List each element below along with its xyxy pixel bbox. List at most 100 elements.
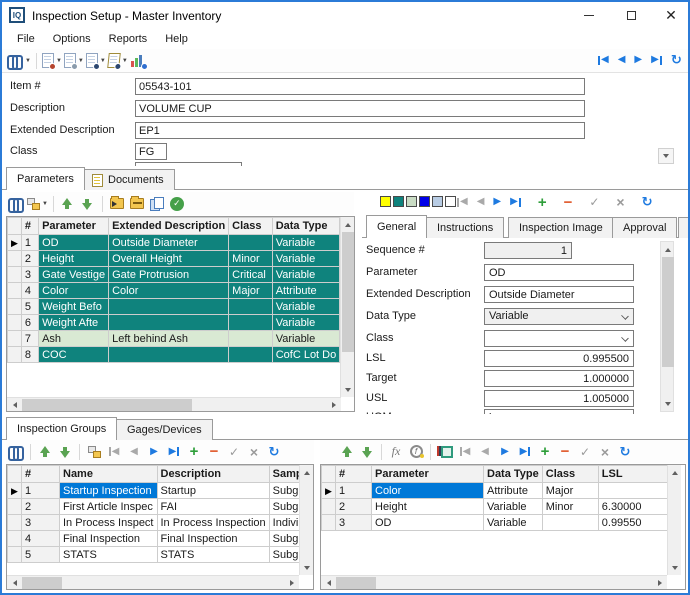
column-header[interactable]: Class — [542, 466, 598, 483]
cancel-edit-button[interactable]: × — [616, 194, 624, 210]
grid-cell[interactable]: COC — [39, 347, 109, 363]
tab-instructions[interactable]: Instructions — [426, 217, 504, 238]
lsl-field[interactable] — [484, 350, 634, 367]
row-selector[interactable] — [8, 547, 22, 563]
grid-cell[interactable]: 2 — [336, 499, 372, 515]
usl-field[interactable] — [484, 390, 634, 407]
column-header[interactable]: Name — [60, 466, 158, 483]
menu-reports[interactable]: Reports — [100, 31, 157, 47]
params-first-button[interactable]: ◀ — [456, 442, 474, 462]
tab-realtime[interactable]: RealTi — [678, 217, 688, 238]
grid-cell[interactable]: Variable — [272, 299, 340, 315]
row-selector[interactable] — [8, 515, 22, 531]
grid-cell[interactable]: Color — [109, 283, 229, 299]
grid-cell[interactable]: 1 — [22, 483, 60, 499]
params-cancel-button[interactable]: × — [596, 442, 614, 462]
scroll-down-button[interactable] — [341, 383, 355, 397]
grid-cell[interactable]: Attribute — [484, 483, 543, 499]
grid-cell[interactable]: Startup — [157, 483, 269, 499]
search-groups-button[interactable] — [7, 442, 25, 462]
column-header[interactable]: Class — [229, 218, 273, 235]
grid-cell[interactable] — [229, 235, 273, 251]
detail-refresh-button[interactable]: ↻ — [642, 194, 653, 210]
minimize-button[interactable] — [572, 4, 606, 26]
column-header[interactable]: Extended Description — [109, 218, 229, 235]
row-selector[interactable]: ▶ — [8, 483, 22, 499]
groups-add-button[interactable]: + — [185, 442, 203, 462]
grid-cell[interactable]: Attribute — [272, 283, 340, 299]
scroll-left-button[interactable] — [7, 398, 21, 412]
grid-cell[interactable]: In Process Inspection — [157, 515, 269, 531]
grid-cell[interactable]: Overall Height — [109, 251, 229, 267]
column-header[interactable]: Data Type — [272, 218, 340, 235]
column-header[interactable]: Parameter — [39, 218, 109, 235]
grid-cell[interactable] — [229, 331, 273, 347]
grid-cell[interactable] — [229, 299, 273, 315]
grid-cell[interactable]: Color — [372, 483, 484, 499]
grid-cell[interactable]: Critical — [229, 267, 273, 283]
grid-cell[interactable]: Variable — [484, 515, 543, 531]
target-field[interactable] — [484, 370, 634, 387]
column-header[interactable]: LSL — [598, 466, 668, 483]
param-move-up-button[interactable] — [338, 442, 356, 462]
grid-cell[interactable]: 1 — [21, 235, 38, 251]
groups-delete-button[interactable]: − — [205, 442, 223, 462]
grid-cell[interactable]: Gate Vestige — [39, 267, 109, 283]
scroll-right-button[interactable] — [653, 576, 667, 590]
grid-cell[interactable]: Height — [372, 499, 484, 515]
vertical-scrollbar[interactable] — [299, 465, 313, 575]
column-header[interactable]: Parameter — [372, 466, 484, 483]
row-selector[interactable] — [8, 331, 22, 347]
delete-record-button[interactable]: − — [564, 195, 573, 210]
vertical-scrollbar[interactable] — [667, 465, 681, 575]
groups-last-button[interactable]: ▶ — [165, 442, 183, 462]
refresh-button[interactable]: ↻ — [671, 52, 682, 68]
detail-prev-button[interactable]: ◀ — [477, 197, 485, 207]
dropdown-caret-icon[interactable]: ▼ — [122, 58, 128, 64]
grid-cell[interactable]: First Article Inspec — [60, 499, 158, 515]
groups-post-button[interactable]: ✓ — [225, 442, 243, 462]
grid-cell[interactable]: 3 — [21, 267, 38, 283]
grid-cell[interactable]: 7 — [21, 331, 38, 347]
grid-cell[interactable]: Startup Inspection — [60, 483, 158, 499]
tab-parameters[interactable]: Parameters — [6, 167, 85, 190]
detail-next-button[interactable]: ▶ — [493, 197, 501, 207]
grid-cell[interactable] — [109, 315, 229, 331]
parameter-field[interactable] — [484, 264, 634, 281]
report-document-button[interactable]: ▼ — [42, 51, 62, 71]
horizontal-scrollbar[interactable] — [321, 575, 667, 589]
row-selector[interactable] — [8, 347, 22, 363]
params-delete-button[interactable]: − — [556, 442, 574, 462]
menu-file[interactable]: File — [8, 31, 44, 47]
description-field[interactable] — [135, 100, 585, 117]
menu-options[interactable]: Options — [44, 31, 100, 47]
close-button[interactable]: ✕ — [654, 4, 688, 26]
grid-cell[interactable]: CofC Lot Do — [272, 347, 340, 363]
detail-vertical-scrollbar[interactable] — [660, 241, 674, 412]
scroll-down-button[interactable] — [661, 397, 675, 411]
extended-description-detail-field[interactable] — [484, 286, 634, 303]
maximize-button[interactable] — [614, 4, 648, 26]
param-move-down-button[interactable] — [358, 442, 376, 462]
dropdown-caret-icon[interactable]: ▼ — [56, 58, 62, 64]
grid-cell[interactable]: Final Inspection — [157, 531, 269, 547]
scroll-left-button[interactable] — [7, 576, 21, 590]
tab-approval[interactable]: Approval — [612, 217, 677, 238]
column-header[interactable]: Description — [157, 466, 269, 483]
params-prev-button[interactable]: ◀ — [476, 442, 494, 462]
dropdown-caret-icon[interactable]: ▼ — [25, 58, 31, 64]
grid-cell[interactable] — [598, 483, 668, 499]
groups-cancel-button[interactable]: × — [245, 442, 263, 462]
row-selector[interactable] — [8, 283, 22, 299]
sequence-field[interactable] — [484, 242, 572, 259]
grid-cell[interactable]: Variable — [484, 499, 543, 515]
post-edit-button[interactable]: ✓ — [589, 195, 599, 209]
dropdown-caret-icon[interactable]: ▼ — [78, 58, 84, 64]
add-record-button[interactable]: + — [538, 195, 547, 210]
scroll-up-button[interactable] — [341, 217, 355, 231]
column-header[interactable]: # — [336, 466, 372, 483]
row-selector[interactable] — [8, 267, 22, 283]
grid-cell[interactable] — [109, 299, 229, 315]
grid-cell[interactable]: Variable — [272, 331, 340, 347]
row-selector[interactable] — [8, 251, 22, 267]
